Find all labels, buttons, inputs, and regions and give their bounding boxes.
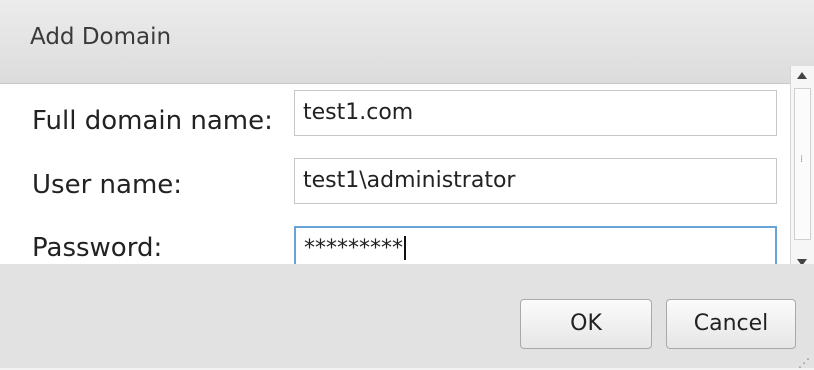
dialog-footer: OK Cancel ⋰ bbox=[0, 264, 814, 369]
ok-button[interactable]: OK bbox=[520, 299, 652, 349]
form-area: Full domain name: test1.com User name: t… bbox=[0, 84, 804, 272]
scrollbar-thumb[interactable]: ⁞ bbox=[794, 88, 811, 240]
form-scrollbar[interactable]: ⁞ bbox=[790, 66, 814, 272]
scrollbar-grip-icon: ⁞ bbox=[800, 154, 804, 165]
text-caret bbox=[404, 236, 406, 260]
dialog-titlebar[interactable]: Add Domain bbox=[0, 0, 814, 84]
cancel-button[interactable]: Cancel bbox=[666, 299, 796, 349]
password-value: ********* bbox=[304, 236, 403, 261]
dialog-title: Add Domain bbox=[30, 24, 172, 50]
password-label: Password: bbox=[32, 233, 163, 263]
resize-grip-icon[interactable]: ⋰ bbox=[798, 357, 810, 369]
user-name-label: User name: bbox=[32, 170, 183, 200]
scroll-up-arrow-icon[interactable] bbox=[797, 72, 807, 79]
user-name-input[interactable]: test1\administrator bbox=[294, 158, 777, 204]
full-domain-name-input[interactable]: test1.com bbox=[294, 90, 777, 136]
full-domain-name-label: Full domain name: bbox=[32, 106, 273, 136]
add-domain-dialog: Add Domain Full domain name: test1.com U… bbox=[0, 0, 814, 369]
